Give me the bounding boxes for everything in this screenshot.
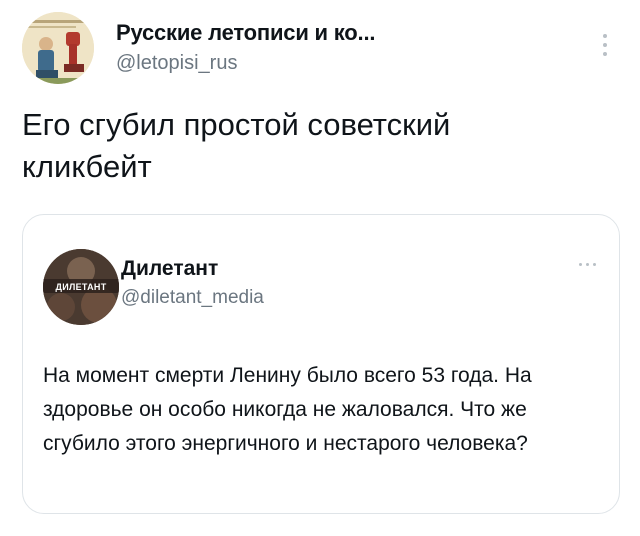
quoted-author-name[interactable]: Дилетант [121, 257, 218, 281]
author-name[interactable]: Русские летописи и ко... [116, 20, 375, 46]
author-avatar[interactable] [22, 12, 94, 84]
quoted-avatar-label: ДИЛЕТАНТ [55, 282, 106, 292]
quoted-more-options-icon[interactable] [573, 259, 603, 271]
tweet: Русские летописи и ко... @letopisi_rus Е… [0, 0, 640, 536]
quoted-tweet-text: На момент смерти Ленину было всего 53 го… [43, 364, 532, 455]
diletant-logo-icon: ДИЛЕТАНТ [43, 249, 119, 325]
tweet-text: Его сгубил простой советский кликбейт [22, 107, 451, 184]
quoted-author-avatar[interactable]: ДИЛЕТАНТ [43, 249, 119, 325]
quoted-tweet-card[interactable]: ДИЛЕТАНТ Дилетант @diletant_media На мом… [22, 214, 620, 514]
quoted-author-handle[interactable]: @diletant_media [121, 287, 264, 309]
manuscript-illustration-icon [22, 12, 94, 84]
author-handle[interactable]: @letopisi_rus [116, 52, 237, 75]
more-options-icon[interactable] [598, 30, 612, 60]
